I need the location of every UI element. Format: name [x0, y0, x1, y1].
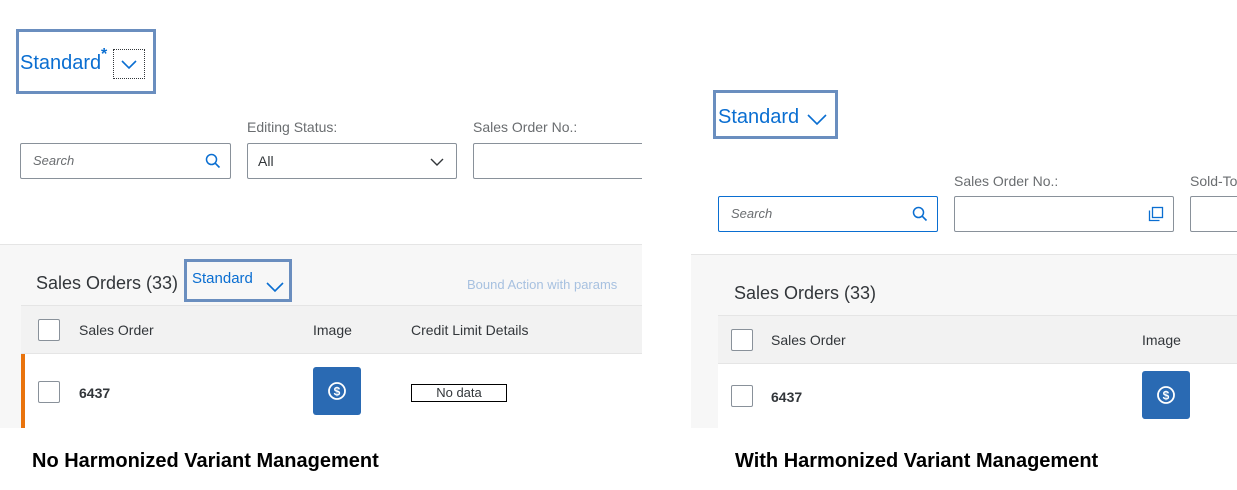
- column-header-credit-limit[interactable]: Credit Limit Details: [411, 322, 528, 338]
- variant-title[interactable]: Standard: [718, 106, 799, 129]
- dollar-coin-icon: $: [328, 382, 346, 400]
- select-all-checkbox[interactable]: [38, 319, 60, 341]
- select-all-checkbox[interactable]: [731, 329, 753, 351]
- image-button[interactable]: $: [1142, 371, 1190, 419]
- sales-order-no-input[interactable]: [473, 143, 642, 179]
- column-header-sales-order[interactable]: Sales Order: [771, 332, 846, 348]
- credit-limit-cell: No data: [411, 384, 507, 402]
- sales-order-no-label: Sales Order No.:: [954, 173, 1059, 189]
- sales-order-cell: 6437: [79, 385, 111, 401]
- sales-order-cell: 6437: [771, 389, 803, 405]
- editing-status-label: Editing Status:: [247, 119, 338, 135]
- variant-title[interactable]: Standard: [20, 52, 101, 75]
- svg-text:$: $: [334, 385, 341, 399]
- chevron-down-icon[interactable]: [805, 112, 829, 128]
- dollar-coin-icon: $: [1157, 386, 1175, 404]
- search-placeholder: Search: [731, 206, 773, 221]
- caption-right: With Harmonized Variant Management: [735, 450, 1099, 472]
- search-icon: [205, 153, 221, 169]
- chevron-down-icon: [430, 158, 444, 166]
- svg-text:$: $: [1163, 389, 1170, 403]
- search-input[interactable]: Search: [718, 196, 938, 232]
- search-placeholder: Search: [33, 153, 75, 168]
- column-header-sales-order[interactable]: Sales Order: [79, 322, 154, 338]
- bound-action-button[interactable]: Bound Action with params: [467, 277, 617, 292]
- row-highlight-marker: [21, 354, 25, 428]
- image-button[interactable]: $: [313, 367, 361, 415]
- editing-status-value: All: [258, 153, 274, 169]
- table-row[interactable]: 6437 $: [718, 364, 1237, 428]
- sales-order-no-input[interactable]: [954, 196, 1174, 232]
- chevron-down-icon[interactable]: [264, 280, 286, 294]
- table-header-row: Sales Order Image: [718, 315, 1237, 364]
- variant-dropdown-button[interactable]: [113, 49, 145, 79]
- table-title: Sales Orders (33): [734, 283, 877, 303]
- sales-order-no-label: Sales Order No.:: [473, 119, 578, 135]
- search-icon: [912, 206, 928, 222]
- sold-to-label: Sold-To: [1190, 173, 1237, 189]
- table-row[interactable]: 6437 $ No data: [21, 354, 642, 428]
- editing-status-select[interactable]: All: [247, 143, 457, 179]
- left-panel-no-harmonized: Standard * Search Editing Status: All Sa…: [0, 0, 642, 428]
- sold-to-input[interactable]: [1190, 196, 1237, 232]
- right-panel-harmonized: Standard Search Sales Order No.: Sold-To…: [691, 0, 1237, 428]
- table-variant-title[interactable]: Standard: [192, 270, 253, 287]
- chevron-down-icon: [121, 60, 137, 70]
- row-checkbox[interactable]: [38, 381, 60, 403]
- value-help-icon[interactable]: [1148, 206, 1164, 222]
- caption-left: No Harmonized Variant Management: [32, 450, 379, 472]
- table-header-row: Sales Order Image Credit Limit Details: [21, 305, 642, 354]
- column-header-image[interactable]: Image: [1142, 332, 1181, 348]
- table-title: Sales Orders (33): [36, 273, 179, 293]
- variant-dirty-marker: *: [101, 46, 108, 63]
- row-checkbox[interactable]: [731, 385, 753, 407]
- column-header-image[interactable]: Image: [313, 322, 352, 338]
- search-input[interactable]: Search: [20, 143, 231, 179]
